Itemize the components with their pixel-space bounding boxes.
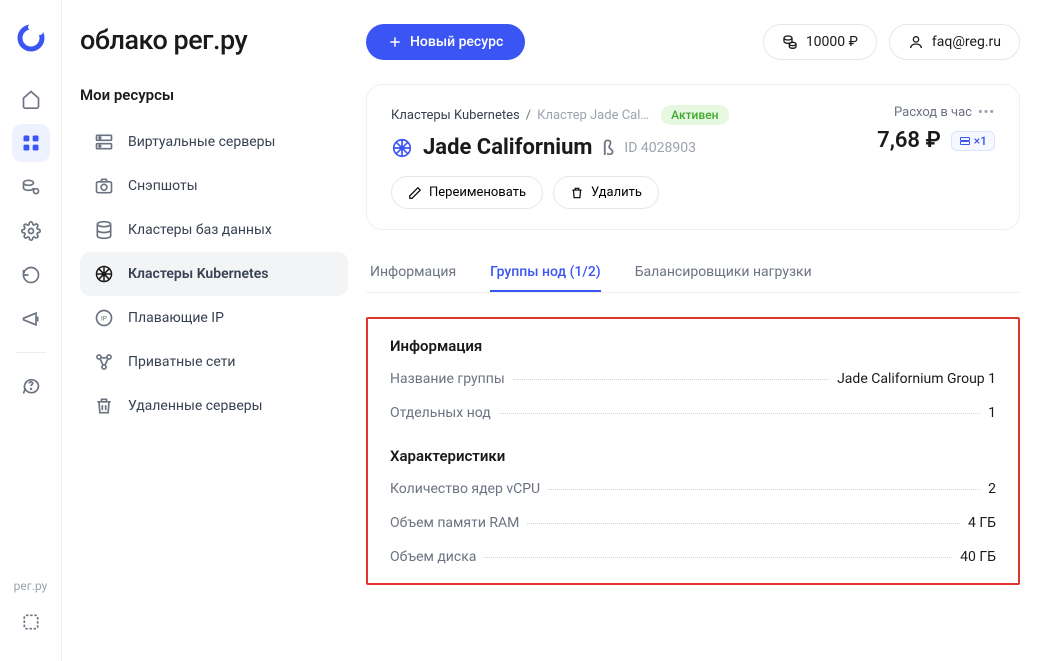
sidebar-item-label: Удаленные серверы: [128, 398, 263, 414]
icon-rail: рег.ру: [0, 0, 62, 661]
cost-value: 7,68 ₽: [877, 128, 941, 153]
database-icon: [94, 220, 114, 240]
backup-icon[interactable]: [12, 168, 50, 206]
sidebar-item-deleted[interactable]: Удаленные серверы: [80, 384, 348, 428]
sidebar-item-label: Кластеры Kubernetes: [128, 266, 268, 282]
settings-icon[interactable]: [12, 212, 50, 250]
status-badge: Активен: [661, 105, 728, 125]
account-text: faq@reg.ru: [932, 34, 1001, 50]
row-group-name: Название группы Jade Californium Group 1: [390, 371, 996, 387]
help-icon[interactable]: [12, 367, 50, 405]
trash-icon: [570, 186, 584, 200]
row-vcpu: Количество ядер vCPU 2: [390, 481, 996, 497]
sidebar-item-label: Плавающие IP: [128, 310, 224, 326]
trash-icon: [94, 396, 114, 416]
server-count-chip[interactable]: ×1: [951, 131, 995, 151]
sidebar-item-snapshots[interactable]: Снэпшоты: [80, 164, 348, 208]
server-small-icon: [959, 135, 971, 147]
breadcrumb: Кластеры Kubernetes / Кластер Jade Cal… …: [391, 105, 729, 125]
new-resource-label: Новый ресурс: [410, 34, 503, 50]
sidebar-item-label: Кластеры баз данных: [128, 222, 272, 238]
sidebar-item-vservers[interactable]: Виртуальные серверы: [80, 120, 348, 164]
account-pill[interactable]: faq@reg.ru: [889, 24, 1020, 60]
balance-pill[interactable]: 10000 ₽: [763, 24, 877, 60]
sidebar-item-label: Виртуальные серверы: [128, 134, 275, 150]
rail-footer-text: рег.ру: [14, 579, 48, 593]
sidebar-item-label: Снэпшоты: [128, 178, 198, 194]
resources-icon[interactable]: [12, 124, 50, 162]
cluster-id: ID 4028903: [624, 140, 696, 156]
tabs: Информация Группы нод (1/2) Балансировщи…: [366, 254, 1020, 293]
cluster-card: Кластеры Kubernetes / Кластер Jade Cal… …: [366, 84, 1020, 230]
node-group-panel: Информация Название группы Jade Californ…: [366, 317, 1020, 585]
pencil-icon: [408, 186, 422, 200]
sidebar-item-db[interactable]: Кластеры баз данных: [80, 208, 348, 252]
svg-text:IP: IP: [101, 315, 107, 323]
ip-icon: IP: [94, 308, 114, 328]
history-icon[interactable]: [12, 256, 50, 294]
balance-text: 10000 ₽: [806, 34, 858, 50]
brand-title: облако рег.ру: [80, 24, 348, 56]
camera-icon: [94, 176, 114, 196]
row-disk: Объем диска 40 ГБ: [390, 549, 996, 565]
kubernetes-icon: [94, 264, 114, 284]
collapse-icon[interactable]: [12, 603, 50, 641]
sidebar-item-label: Приватные сети: [128, 354, 236, 370]
main-area: Новый ресурс 10000 ₽ faq@reg.ru Кластеры…: [362, 0, 1042, 661]
more-icon[interactable]: •••: [978, 105, 995, 120]
rename-button[interactable]: Переименовать: [391, 176, 543, 209]
tab-balancers[interactable]: Балансировщики нагрузки: [635, 254, 812, 292]
cost-label: Расход в час: [894, 105, 972, 120]
delete-button[interactable]: Удалить: [553, 176, 659, 209]
kubernetes-icon: [391, 137, 413, 159]
cluster-name: Jade Californium: [423, 135, 593, 160]
sidebar-item-ip[interactable]: IP Плавающие IP: [80, 296, 348, 340]
topbar: Новый ресурс 10000 ₽ faq@reg.ru: [366, 24, 1020, 60]
beta-badge: ß: [603, 136, 615, 160]
tab-info[interactable]: Информация: [370, 254, 456, 292]
breadcrumb-current: Кластер Jade Cal…: [537, 108, 649, 123]
panel-specs-title: Характеристики: [390, 447, 996, 465]
home-icon[interactable]: [12, 80, 50, 118]
network-icon: [94, 352, 114, 372]
row-ram: Объем памяти RAM 4 ГБ: [390, 515, 996, 531]
sidebar-item-networks[interactable]: Приватные сети: [80, 340, 348, 384]
tab-node-groups[interactable]: Группы нод (1/2): [490, 254, 601, 292]
sidebar-item-k8s[interactable]: Кластеры Kubernetes: [80, 252, 348, 296]
announce-icon[interactable]: [12, 300, 50, 338]
sidebar-section-title: Мои ресурсы: [80, 86, 348, 104]
row-nodes: Отдельных нод 1: [390, 405, 996, 421]
user-icon: [908, 34, 924, 50]
coins-icon: [782, 34, 798, 50]
logo-icon: [15, 22, 47, 54]
panel-info-title: Информация: [390, 337, 996, 355]
new-resource-button[interactable]: Новый ресурс: [366, 24, 525, 60]
sidebar: облако рег.ру Мои ресурсы Виртуальные се…: [62, 0, 362, 661]
breadcrumb-root[interactable]: Кластеры Kubernetes: [391, 108, 520, 123]
server-icon: [94, 132, 114, 152]
plus-icon: [388, 35, 402, 49]
